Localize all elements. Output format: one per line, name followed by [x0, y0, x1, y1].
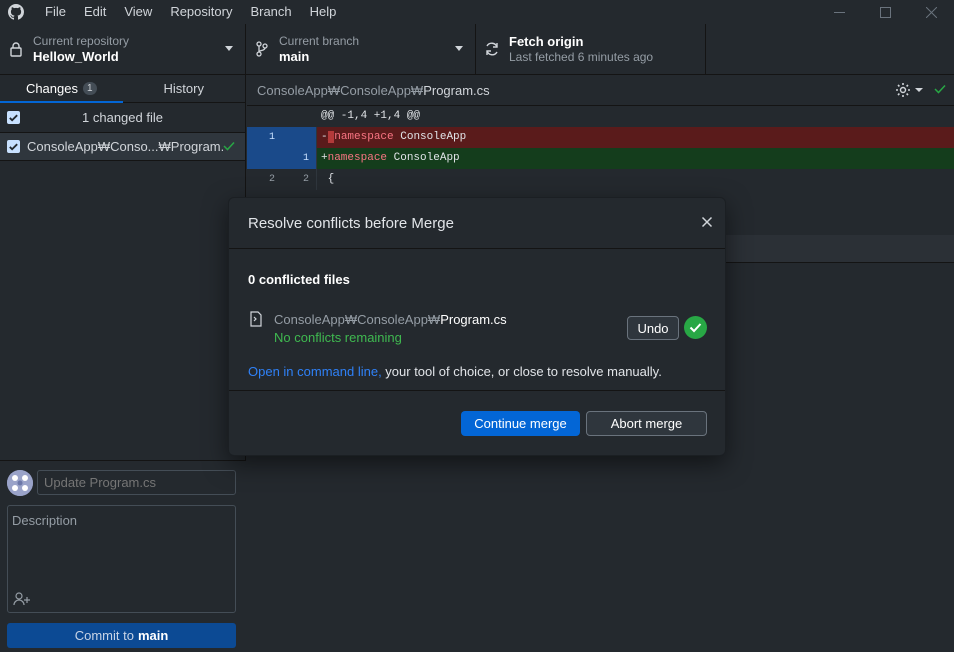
- menu-view[interactable]: View: [115, 0, 161, 24]
- abort-merge-button[interactable]: Abort merge: [586, 411, 707, 436]
- diff-file-name: Program.cs: [423, 82, 490, 98]
- changed-file-path: ConsoleApp₩Conso...₩Program.cs: [27, 139, 223, 154]
- commit-button-label: Commit to: [74, 628, 134, 643]
- check-icon: [934, 84, 946, 94]
- repository-name: Hellow_World: [33, 48, 119, 64]
- diff-sign: -: [321, 131, 328, 143]
- menu-edit[interactable]: Edit: [75, 0, 115, 24]
- commit-button-branch: main: [137, 628, 169, 643]
- tab-changes-label: Changes: [25, 81, 78, 96]
- sidebar-tabs: Changes 1 History: [0, 75, 245, 103]
- fetch-title: Fetch origin: [509, 34, 584, 49]
- code-keyword: namespace: [327, 152, 388, 164]
- conflict-status: No conflicts remaining: [274, 330, 402, 345]
- file-include-checkbox[interactable]: [7, 140, 20, 153]
- repository-label: Current repository: [33, 33, 130, 48]
- menu-branch[interactable]: Branch: [241, 0, 300, 24]
- open-command-line-link[interactable]: Open in command line,: [248, 364, 382, 379]
- menu-repository[interactable]: Repository: [161, 0, 241, 24]
- window-controls: [816, 0, 954, 24]
- new-line-number: 1: [282, 148, 317, 169]
- github-logo-icon: [8, 4, 24, 20]
- diff-file-header: ConsoleApp₩ConsoleApp₩ Program.cs: [247, 75, 954, 106]
- resolved-check-icon: [223, 139, 235, 154]
- description-placeholder: Description: [12, 513, 78, 528]
- old-line-number: [247, 148, 282, 169]
- current-repository-button[interactable]: Current repository Hellow_World: [0, 24, 246, 74]
- dialog-body: 0 conflicted files ConsoleApp₩ConsoleApp…: [229, 249, 725, 391]
- resolve-conflicts-dialog: Resolve conflicts before Merge 0 conflic…: [228, 197, 726, 456]
- toolbar: Current repository Hellow_World Current …: [0, 24, 954, 75]
- new-line-number: [282, 127, 317, 148]
- old-line-number: 2: [268, 174, 275, 185]
- changes-count-badge: 1: [82, 82, 97, 95]
- current-branch-button[interactable]: Current branch main: [246, 24, 476, 74]
- close-icon[interactable]: [701, 216, 713, 228]
- changed-files-count: 1 changed file: [82, 110, 163, 125]
- dialog-header: Resolve conflicts before Merge: [229, 198, 725, 249]
- gear-icon: [896, 83, 910, 97]
- tab-changes[interactable]: Changes 1: [0, 75, 123, 103]
- code-keyword: namespace: [334, 131, 394, 143]
- close-icon: [925, 6, 937, 18]
- minimize-icon: [833, 11, 845, 13]
- commit-area: Description Commit to main: [0, 460, 246, 652]
- diff-sign: +: [321, 152, 328, 164]
- chevron-down-icon: [455, 46, 463, 51]
- tab-history-label: History: [163, 81, 204, 96]
- file-diff-icon: [250, 311, 262, 327]
- diff-sign: [321, 173, 328, 185]
- sync-icon: [484, 41, 500, 57]
- fetch-status: Last fetched 6 minutes ago: [509, 50, 654, 64]
- diff-lines: @@ -1,4 +1,4 @@ 1 -_namespace ConsoleApp…: [247, 106, 954, 190]
- hunk-text: @@ -1,4 +1,4 @@: [321, 110, 421, 122]
- code-text: ConsoleApp: [387, 152, 460, 164]
- add-coauthor-icon[interactable]: [13, 592, 31, 606]
- branch-label: Current branch: [279, 33, 360, 48]
- commit-description-field[interactable]: Description: [7, 505, 236, 613]
- maximize-button[interactable]: [862, 0, 908, 24]
- diff-file-dir: ConsoleApp₩ConsoleApp₩: [257, 82, 424, 98]
- close-window-button[interactable]: [908, 0, 954, 24]
- chevron-down-icon: [915, 88, 923, 92]
- commit-summary-input[interactable]: [37, 470, 236, 495]
- chevron-down-icon: [225, 46, 233, 51]
- changed-files-header: 1 changed file: [0, 103, 245, 133]
- tab-history[interactable]: History: [123, 75, 246, 102]
- changed-file-row[interactable]: ConsoleApp₩Conso...₩Program.cs: [0, 133, 245, 161]
- minimize-button[interactable]: [816, 0, 862, 24]
- avatar: [7, 470, 33, 496]
- undo-button[interactable]: Undo: [627, 316, 679, 340]
- fetch-origin-button[interactable]: Fetch origin Last fetched 6 minutes ago: [476, 24, 706, 74]
- checkmark-icon: [9, 143, 18, 151]
- sidebar: Changes 1 History 1 changed file Console…: [0, 75, 246, 652]
- diff-settings-button[interactable]: [895, 82, 924, 98]
- diff-line-deleted[interactable]: 1 -_namespace ConsoleApp: [247, 127, 954, 148]
- help-text: Open in command line, your tool of choic…: [248, 364, 662, 379]
- branch-icon: [254, 41, 270, 57]
- conflict-file-dir: ConsoleApp₩ConsoleApp₩: [274, 312, 441, 327]
- conflicted-files-count: 0 conflicted files: [248, 272, 350, 287]
- menu-file[interactable]: File: [36, 0, 75, 24]
- branch-name: main: [279, 48, 310, 64]
- conflict-file-name: Program.cs: [440, 312, 507, 327]
- help-text-rest: your tool of choice, or close to resolve…: [381, 364, 662, 379]
- diff-line-context[interactable]: 2 2 {: [247, 169, 954, 190]
- dialog-title: Resolve conflicts before Merge: [248, 214, 454, 232]
- conflict-file-path: ConsoleApp₩ConsoleApp₩Program.cs: [274, 312, 507, 327]
- code-text: ConsoleApp: [393, 131, 467, 143]
- code-text: {: [327, 173, 335, 185]
- diff-hunk-header: @@ -1,4 +1,4 @@: [247, 106, 954, 127]
- maximize-icon: [879, 6, 891, 18]
- commit-button[interactable]: Commit to main: [7, 623, 236, 648]
- resolved-check-icon: [684, 316, 707, 339]
- continue-merge-button[interactable]: Continue merge: [461, 411, 580, 436]
- menu-help[interactable]: Help: [301, 0, 346, 24]
- dialog-footer: Continue merge Abort merge: [229, 391, 725, 457]
- new-line-number: 2: [282, 169, 317, 190]
- diff-line-added[interactable]: 1 +namespace ConsoleApp: [247, 148, 954, 169]
- old-line-number: 1: [247, 127, 282, 148]
- lock-icon: [8, 41, 24, 57]
- title-bar: File Edit View Repository Branch Help: [0, 0, 954, 24]
